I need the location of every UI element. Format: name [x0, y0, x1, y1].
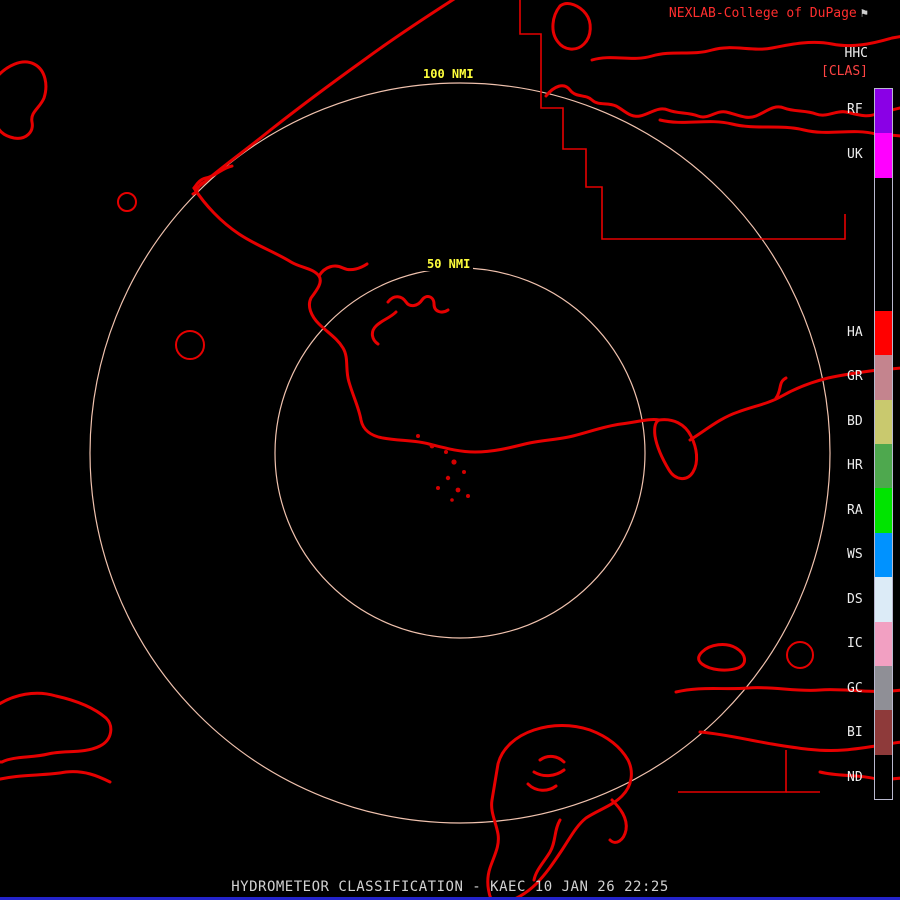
- cod-logo-icon: ⚑: [860, 6, 868, 20]
- radar-map: [0, 0, 900, 900]
- product-mode-label: [CLAS]: [821, 64, 868, 79]
- colorbar-segment-HA: [875, 310, 892, 356]
- zone-boundaries: [519, 0, 846, 793]
- product-code-label: HHC: [844, 46, 868, 61]
- range-ring-label-100nmi: 100 NMI: [420, 67, 477, 81]
- brand-text: NEXLAB-College of DuPage ⚑: [669, 6, 868, 21]
- colorbar-segment-blank-2: [875, 177, 892, 223]
- colorbar-segment-HR: [875, 444, 892, 489]
- colorbar-segment-RF: [875, 89, 892, 134]
- range-ring-100nmi: [89, 82, 831, 824]
- colorbar-segment-blank-4: [875, 266, 892, 311]
- colorbar-segment-RA: [875, 488, 892, 533]
- colorbar-segment-blank-3: [875, 222, 892, 267]
- colorbar-segment-GR: [875, 355, 892, 400]
- colorbar: [874, 88, 893, 800]
- range-ring-50nmi: [274, 267, 646, 639]
- colorbar-segment-UK: [875, 133, 892, 178]
- colorbar-segment-BI: [875, 710, 892, 755]
- colorbar-segment-BD: [875, 399, 892, 444]
- colorbar-segment-DS: [875, 577, 892, 622]
- colorbar-segment-GC: [875, 665, 892, 711]
- coastlines: [0, 0, 900, 900]
- product-title: HYDROMETEOR CLASSIFICATION - KAEC 10 JAN…: [231, 879, 669, 895]
- brand-label: NEXLAB-College of DuPage: [668, 6, 857, 21]
- range-ring-label-50nmi: 50 NMI: [424, 257, 474, 271]
- colorbar-segment-IC: [875, 621, 892, 666]
- colorbar-segment-WS: [875, 532, 892, 578]
- radar-display: NEXLAB-College of DuPage ⚑ HHC [CLAS] RF U…: [0, 0, 900, 900]
- colorbar-segment-ND: [875, 754, 892, 799]
